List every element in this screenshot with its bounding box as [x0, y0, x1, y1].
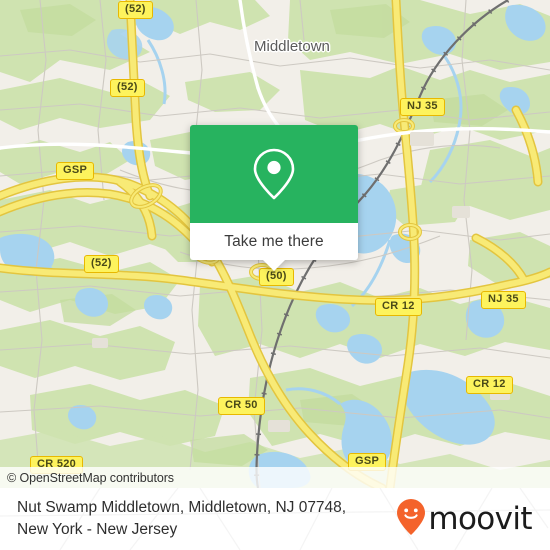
callout-action-bar[interactable]: Take me there: [190, 223, 358, 271]
callout-image-panel: [190, 125, 358, 223]
map-attribution-text[interactable]: © OpenStreetMap contributors: [7, 471, 174, 485]
map-place-label-middletown: Middletown: [254, 38, 330, 55]
map-pin-icon: [252, 147, 296, 201]
moovit-smiley-pin-icon: [396, 498, 426, 541]
location-title-line2: New York - New Jersey: [17, 521, 178, 538]
callout-pointer-tail: [263, 260, 285, 271]
footer-bar: Nut Swamp Middletown, Middletown, NJ 077…: [0, 488, 550, 550]
take-me-there-label: Take me there: [224, 232, 324, 250]
road-shield-cr50[interactable]: CR 50: [218, 397, 265, 415]
road-shield-52-upper[interactable]: (52): [110, 79, 145, 97]
road-shield-gsp-left[interactable]: GSP: [56, 162, 95, 180]
location-title: Nut Swamp Middletown, Middletown, NJ 077…: [17, 497, 346, 541]
road-shield-52-top[interactable]: (52): [118, 1, 153, 19]
road-shield-nj35-right[interactable]: NJ 35: [481, 291, 526, 309]
road-shield-cr12-mid[interactable]: CR 12: [375, 298, 422, 316]
road-shield-cr12-lower[interactable]: CR 12: [466, 376, 513, 394]
location-callout-card[interactable]: Take me there: [190, 125, 358, 271]
screenshot-root: Middletown (52) (52) GSP (52) NJ 35 (50)…: [0, 0, 550, 550]
location-title-line1: Nut Swamp Middletown, Middletown, NJ 077…: [17, 499, 347, 516]
moovit-logo[interactable]: moovit: [396, 498, 533, 541]
road-shield-52-left[interactable]: (52): [84, 255, 119, 273]
moovit-wordmark: moovit: [428, 500, 532, 537]
road-shield-nj35-top[interactable]: NJ 35: [400, 98, 445, 116]
map-attribution-bar: © OpenStreetMap contributors: [0, 467, 550, 488]
